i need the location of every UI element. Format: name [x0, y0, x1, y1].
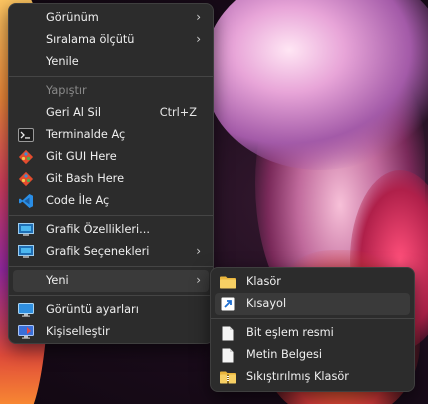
menu-item-sort-by[interactable]: Sıralama ölçütü › — [13, 29, 209, 51]
submenu-item-shortcut[interactable]: Kısayol — [215, 293, 410, 315]
menu-item-display-settings[interactable]: Görüntü ayarları — [13, 299, 209, 321]
menu-separator — [9, 76, 213, 77]
submenu-item-folder[interactable]: Klasör — [215, 271, 410, 293]
menu-item-label: Code İle Aç — [46, 194, 110, 207]
menu-item-label: Metin Belgesi — [246, 348, 323, 361]
menu-separator — [9, 266, 213, 267]
menu-item-label: Git Bash Here — [46, 172, 125, 185]
menu-item-label: Klasör — [246, 275, 281, 288]
file-icon — [220, 325, 236, 341]
menu-item-label: Yenile — [46, 55, 79, 68]
menu-item-label: Görüntü ayarları — [46, 303, 139, 316]
vscode-icon — [18, 193, 34, 209]
shortcut-label: Ctrl+Z — [159, 106, 197, 119]
wallpaper-flower-upper — [205, 0, 428, 170]
menu-item-new[interactable]: Yeni › — [13, 270, 209, 292]
chevron-right-icon: › — [196, 273, 201, 287]
menu-item-label: Terminalde Aç — [46, 128, 126, 141]
folder-icon — [220, 274, 236, 290]
menu-item-label: Sıkıştırılmış Klasör — [246, 370, 349, 383]
menu-item-label: Grafik Özellikleri... — [46, 223, 150, 236]
chevron-right-icon: › — [196, 10, 201, 24]
menu-item-label: Grafik Seçenekleri — [46, 245, 150, 258]
chevron-right-icon: › — [196, 244, 201, 258]
menu-item-label: Kişiselleştir — [46, 325, 110, 338]
menu-item-label: Bit eşlem resmi — [246, 326, 334, 339]
shortcut-icon — [220, 296, 236, 312]
git-icon — [18, 171, 34, 187]
menu-item-open-in-terminal[interactable]: Terminalde Aç — [13, 124, 209, 146]
menu-item-git-bash[interactable]: Git Bash Here — [13, 168, 209, 190]
intel-graphics-icon — [18, 222, 34, 238]
desktop-context-menu: Görünüm › Sıralama ölçütü › Yenile Yapış… — [8, 3, 214, 344]
menu-item-open-with-code[interactable]: Code İle Aç — [13, 190, 209, 212]
submenu-item-bitmap-image[interactable]: Bit eşlem resmi — [215, 322, 410, 344]
menu-separator — [9, 215, 213, 216]
submenu-item-text-document[interactable]: Metin Belgesi — [215, 344, 410, 366]
menu-item-label: Git GUI Here — [46, 150, 117, 163]
menu-item-label: Yapıştır — [46, 84, 87, 97]
terminal-icon — [18, 127, 34, 143]
menu-item-label: Sıralama ölçütü — [46, 33, 135, 46]
chevron-right-icon: › — [196, 32, 201, 46]
submenu-item-compressed-folder[interactable]: Sıkıştırılmış Klasör — [215, 366, 410, 388]
zip-folder-icon — [220, 369, 236, 385]
menu-item-undo-delete[interactable]: Geri Al Sil Ctrl+Z — [13, 102, 209, 124]
personalize-icon — [18, 324, 34, 340]
display-settings-icon — [18, 302, 34, 318]
menu-separator — [211, 318, 414, 319]
intel-graphics-icon — [18, 244, 34, 260]
new-submenu: Klasör Kısayol Bit eşlem resmi Metin Bel… — [210, 267, 415, 392]
menu-item-refresh[interactable]: Yenile — [13, 51, 209, 73]
file-icon — [220, 347, 236, 363]
menu-item-graphics-properties[interactable]: Grafik Özellikleri... — [13, 219, 209, 241]
menu-item-label: Yeni — [46, 274, 69, 287]
menu-item-label: Kısayol — [246, 297, 287, 310]
menu-item-personalize[interactable]: Kişiselleştir — [13, 321, 209, 343]
menu-separator — [9, 295, 213, 296]
menu-item-paste: Yapıştır — [13, 80, 209, 102]
menu-item-view[interactable]: Görünüm › — [13, 7, 209, 29]
menu-item-graphics-options[interactable]: Grafik Seçenekleri › — [13, 241, 209, 263]
menu-item-label: Geri Al Sil — [46, 106, 101, 119]
menu-item-git-gui[interactable]: Git GUI Here — [13, 146, 209, 168]
menu-item-label: Görünüm — [46, 11, 99, 24]
git-icon — [18, 149, 34, 165]
